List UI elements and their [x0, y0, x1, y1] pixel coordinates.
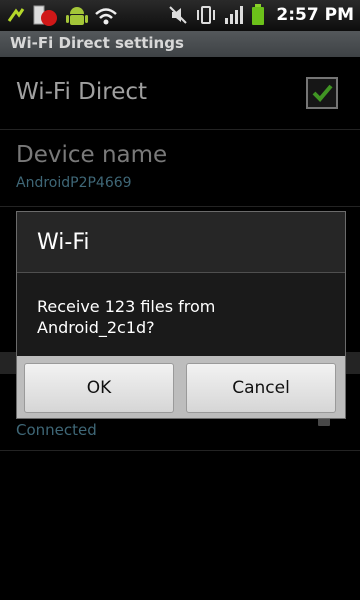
- vibrate-icon: [197, 6, 216, 24]
- mute-icon: [169, 6, 188, 24]
- status-right-icons: 2:57 PM: [168, 4, 354, 26]
- signal-icon: [225, 6, 244, 24]
- battery-icon: [252, 4, 265, 25]
- battery-warning-icon: [33, 5, 57, 26]
- page-title: Wi-Fi Direct settings: [10, 34, 184, 52]
- usb-icon: [7, 8, 25, 22]
- dialog-button-bar: OK Cancel: [17, 356, 345, 418]
- wifi-icon: [95, 8, 117, 25]
- ok-button[interactable]: OK: [24, 363, 174, 413]
- status-bar: 2:57 PM: [0, 0, 360, 31]
- dialog-message: Receive 123 files from Android_2c1d?: [37, 297, 216, 337]
- clock-time: 2:57 PM: [276, 5, 354, 25]
- settings-header: Wi-Fi Direct settings: [0, 31, 360, 57]
- cancel-button[interactable]: Cancel: [186, 363, 336, 413]
- status-left-icons: [6, 4, 118, 28]
- android-icon: [66, 7, 88, 25]
- dialog-title-bar: Wi-Fi: [17, 212, 345, 273]
- dialog-title: Wi-Fi: [37, 230, 90, 255]
- receive-files-dialog: Wi-Fi Receive 123 files from Android_2c1…: [16, 211, 346, 419]
